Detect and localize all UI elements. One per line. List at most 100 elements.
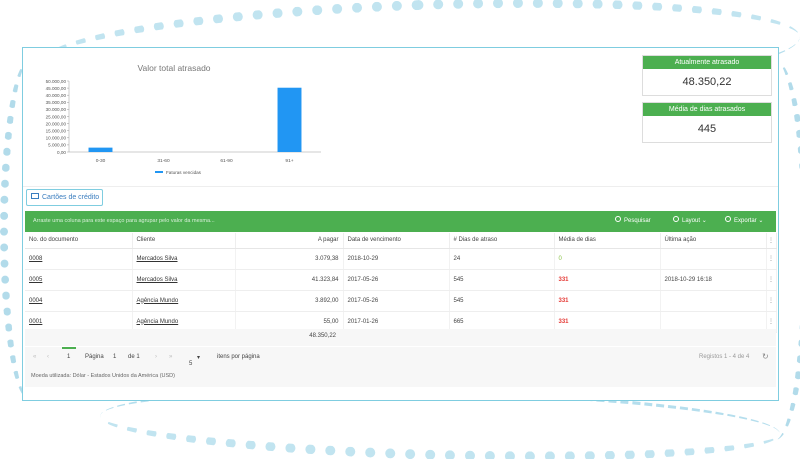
x-tick-label: 31-60 bbox=[157, 158, 170, 164]
average-days-card: Média de dias atrasados 445 bbox=[642, 102, 772, 143]
client-link[interactable]: Agência Mundo bbox=[137, 319, 179, 325]
y-tick-label: 15.000,00 bbox=[46, 129, 67, 134]
y-tick-label: 30.000,00 bbox=[46, 107, 67, 112]
x-tick-label: 0-30 bbox=[96, 158, 106, 164]
client-link[interactable]: Agência Mundo bbox=[137, 298, 179, 304]
column-header[interactable]: # Dias de atraso bbox=[449, 233, 555, 249]
group-hint: Arraste uma coluna para este espaço para… bbox=[33, 218, 215, 224]
document-link[interactable]: 0001 bbox=[29, 319, 42, 325]
column-header[interactable]: Média de dias bbox=[554, 233, 661, 249]
legend-swatch bbox=[155, 171, 163, 173]
active-page-indicator bbox=[62, 347, 76, 349]
totals-row bbox=[25, 329, 776, 346]
chevron-down-icon: ⌄ bbox=[758, 218, 764, 224]
export-button[interactable]: Exportar ⌄ bbox=[725, 211, 763, 232]
credit-cards-tab-label: Cartões de crédito bbox=[42, 194, 100, 201]
y-tick-label: 10.000,00 bbox=[46, 136, 67, 141]
column-menu-icon[interactable]: ⋮ bbox=[766, 233, 777, 249]
amount-total: 48.350,22 bbox=[309, 333, 336, 339]
overdue-total-card: Atualmente atrasado 48.350,22 bbox=[642, 55, 772, 96]
amount-cell: 41.323,84 bbox=[235, 269, 344, 291]
table-header-row: No. do documento Cliente A pagar Data de… bbox=[25, 233, 777, 249]
overdue-chart: 0,00 5.000,00 10.000,00 15.000,00 20.000,00 2… bbox=[46, 79, 321, 175]
per-page-value: 5 bbox=[189, 361, 193, 367]
records-count: Registos 1 - 4 de 4 bbox=[699, 354, 750, 360]
average-days-value: 445 bbox=[697, 123, 717, 135]
row-menu-icon[interactable]: ⋮ bbox=[766, 269, 777, 291]
y-tick-label: 45.000,00 bbox=[46, 86, 67, 91]
report-panel: Valor total atrasado 0,00 5.000,00 10.000,… bbox=[22, 47, 779, 401]
page-input[interactable]: 1 bbox=[113, 354, 116, 360]
last-action-cell bbox=[660, 290, 767, 312]
cloud-download-icon bbox=[725, 216, 731, 223]
table-row: 0005 Mercados Silva 41.323,84 2017-05-26… bbox=[25, 269, 777, 291]
overdue-invoices-table: No. do documento Cliente A pagar Data de… bbox=[25, 233, 777, 333]
x-tick-label: 91+ bbox=[285, 158, 293, 164]
due-date-cell: 2017-05-26 bbox=[343, 290, 450, 312]
row-menu-icon[interactable]: ⋮ bbox=[766, 248, 777, 270]
next-page-button[interactable]: › bbox=[155, 354, 157, 360]
last-page-button[interactable]: » bbox=[169, 354, 172, 360]
divider bbox=[23, 186, 778, 187]
per-page-select[interactable]: 5 ▾ bbox=[189, 354, 200, 367]
pager: « ‹ 1 Página 1 de 1 › » 5 ▾ itens por pá… bbox=[25, 347, 776, 369]
group-drop-zone[interactable]: Arraste uma coluna para este espaço para… bbox=[25, 211, 776, 232]
average-days-cell: 331 bbox=[554, 269, 661, 291]
y-tick-label: 25.000,00 bbox=[46, 114, 67, 119]
page-number-button[interactable]: 1 bbox=[67, 354, 70, 360]
average-days-cell: 331 bbox=[554, 290, 661, 312]
overdue-total-value: 48.350,22 bbox=[682, 76, 732, 88]
currency-note: Moeda utilizada: Dólar - Estados Unidos … bbox=[25, 369, 776, 387]
column-header[interactable]: A pagar bbox=[235, 233, 344, 249]
due-date-cell: 2017-05-26 bbox=[343, 269, 450, 291]
document-link[interactable]: 0008 bbox=[29, 256, 42, 262]
amount-cell: 3.892,00 bbox=[235, 290, 344, 312]
credit-cards-tab[interactable]: Cartões de crédito bbox=[26, 189, 103, 206]
table-row: 0008 Mercados Silva 3.079,38 2018-10-29 … bbox=[25, 248, 777, 270]
column-header[interactable]: Última ação bbox=[660, 233, 767, 249]
y-tick-label: 0,00 bbox=[57, 150, 66, 155]
overdue-chart-panel: Valor total atrasado 0,00 5.000,00 10.000,… bbox=[29, 54, 629, 184]
average-days-label: Média de dias atrasados bbox=[643, 103, 771, 116]
days-overdue-cell: 545 bbox=[449, 290, 555, 312]
per-page-label: itens por página bbox=[217, 354, 260, 360]
page-of-label: de 1 bbox=[128, 354, 140, 360]
last-action-cell: 2018-10-29 16:18 bbox=[660, 269, 767, 291]
due-date-cell: 2018-10-29 bbox=[343, 248, 450, 270]
prev-page-button[interactable]: ‹ bbox=[47, 354, 49, 360]
first-page-button[interactable]: « bbox=[33, 354, 36, 360]
y-tick-label: 50.000,00 bbox=[46, 79, 67, 84]
document-link[interactable]: 0004 bbox=[29, 298, 42, 304]
search-button[interactable]: Pesquisar bbox=[615, 211, 651, 232]
days-overdue-cell: 24 bbox=[449, 248, 555, 270]
page-label: Página bbox=[85, 354, 104, 360]
overdue-total-label: Atualmente atrasado bbox=[643, 56, 771, 69]
table-row: 0004 Agência Mundo 3.892,00 2017-05-26 5… bbox=[25, 290, 777, 312]
chart-bar bbox=[277, 87, 302, 152]
layout-label: Layout bbox=[682, 218, 701, 224]
days-overdue-cell: 545 bbox=[449, 269, 555, 291]
x-tick-label: 61-90 bbox=[220, 158, 233, 164]
chart-bar bbox=[88, 147, 113, 152]
row-menu-icon[interactable]: ⋮ bbox=[766, 290, 777, 312]
layout-button[interactable]: Layout ⌄ bbox=[673, 211, 707, 232]
document-link[interactable]: 0005 bbox=[29, 277, 42, 283]
y-tick-label: 5.000,00 bbox=[48, 143, 66, 148]
search-label: Pesquisar bbox=[624, 218, 651, 224]
last-action-cell bbox=[660, 248, 767, 270]
y-tick-label: 40.000,00 bbox=[46, 93, 67, 98]
column-header[interactable]: Data de vencimento bbox=[343, 233, 450, 249]
search-icon bbox=[615, 216, 621, 223]
chevron-down-icon: ⌄ bbox=[701, 218, 707, 224]
y-tick-label: 20.000,00 bbox=[46, 121, 67, 126]
y-tick-label: 35.000,00 bbox=[46, 100, 67, 105]
amount-cell: 3.079,38 bbox=[235, 248, 344, 270]
legend-label: Faturas vencidas bbox=[166, 170, 202, 175]
column-header[interactable]: No. do documento bbox=[25, 233, 133, 249]
refresh-icon[interactable]: ↻ bbox=[762, 352, 769, 361]
client-link[interactable]: Mercados Silva bbox=[137, 277, 178, 283]
column-header[interactable]: Cliente bbox=[132, 233, 236, 249]
page: Valor total atrasado 0,00 5.000,00 10.000,… bbox=[0, 0, 800, 459]
credit-card-icon bbox=[31, 193, 39, 200]
client-link[interactable]: Mercados Silva bbox=[137, 256, 178, 262]
